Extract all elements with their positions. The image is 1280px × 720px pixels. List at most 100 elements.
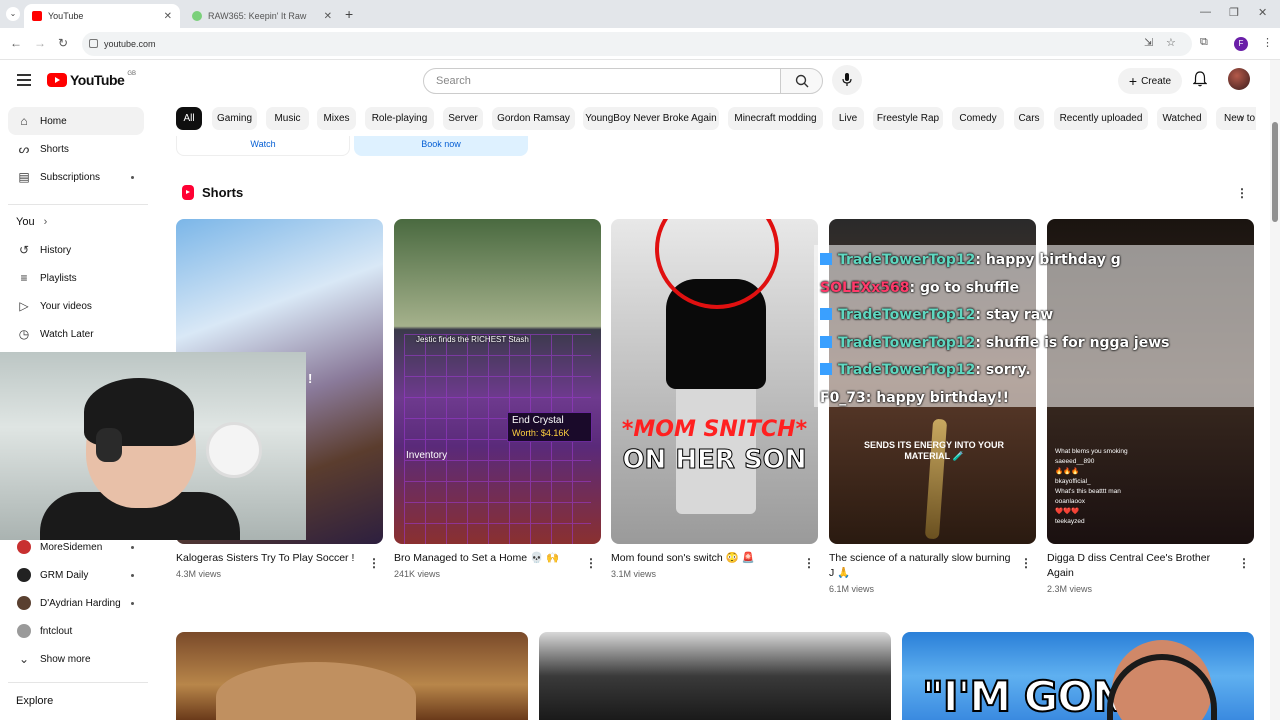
search-input[interactable]: Search	[423, 68, 781, 94]
sidebar-item-subscriptions[interactable]: ▤ Subscriptions	[8, 163, 144, 191]
sidebar-item-playlists[interactable]: ≡ Playlists	[8, 264, 144, 292]
new-tab-icon[interactable]: +	[345, 6, 353, 22]
browser-tab-youtube[interactable]: YouTube ✕	[24, 4, 180, 28]
video-thumbnail[interactable]	[176, 632, 528, 720]
extensions-icon[interactable]: ⧉	[1200, 36, 1208, 49]
scrollbar-thumb[interactable]	[1272, 122, 1278, 222]
search-button[interactable]	[780, 68, 823, 94]
short-title[interactable]: Digga D diss Central Cee's Brother Again	[1047, 551, 1232, 581]
comment-line: 🔥🔥🔥	[1055, 468, 1080, 475]
short-views: 241K views	[394, 569, 441, 579]
voice-search-button[interactable]	[832, 65, 862, 95]
logo-country-code: GB	[127, 71, 136, 77]
short-card[interactable]: Jestic finds the RICHEST Stash End Cryst…	[394, 219, 601, 579]
thumbnail-text-1: *MOM SNITCH*	[621, 417, 808, 442]
new-content-dot	[131, 601, 134, 605]
search-icon	[795, 74, 808, 88]
chip-mixes[interactable]: Mixes	[317, 107, 356, 130]
chat-message: TradeTowerTop12: stay raw	[820, 302, 1280, 330]
filter-chips-bar: All Gaming Music Mixes Role-playing Serv…	[176, 107, 1256, 131]
chip-new-to-you[interactable]: New to you	[1216, 107, 1256, 130]
browser-tab-raw365[interactable]: RAW365: Keepin' It Raw ✕	[184, 4, 340, 28]
ad-watch-link[interactable]: Watch	[176, 136, 350, 156]
short-title[interactable]: Mom found son's switch 😳 🚨	[611, 551, 796, 566]
sidebar-item-shorts[interactable]: ᔕ Shorts	[8, 135, 144, 163]
fan-graphic	[206, 422, 262, 478]
chat-message: TradeTowerTop12: happy birthday g	[820, 247, 1280, 275]
close-window-icon[interactable]: ✕	[1258, 6, 1267, 19]
chip-minecraft-modding[interactable]: Minecraft modding	[728, 107, 823, 130]
sidebar-item-watch-later[interactable]: ◷ Watch Later	[8, 320, 144, 348]
chip-comedy[interactable]: Comedy	[952, 107, 1004, 130]
short-thumbnail[interactable]: *MOM SNITCH* ON HER SON	[611, 219, 818, 544]
sidebar-item-home[interactable]: ⌂ Home	[8, 107, 144, 135]
short-more-icon[interactable]: ⋮	[1020, 556, 1032, 570]
account-avatar[interactable]	[1228, 68, 1250, 90]
short-more-icon[interactable]: ⋮	[585, 556, 597, 570]
browser-tab-bar: ⌄ YouTube ✕ RAW365: Keepin' It Raw ✕ + —…	[0, 0, 1280, 28]
short-card[interactable]: *MOM SNITCH* ON HER SON Mom found son's …	[611, 219, 818, 579]
tab-close-icon[interactable]: ✕	[164, 11, 172, 22]
chip-watched[interactable]: Watched	[1157, 107, 1207, 130]
create-button[interactable]: + Create	[1118, 68, 1182, 94]
menu-icon[interactable]	[17, 74, 31, 89]
install-icon[interactable]: ⇲	[1144, 36, 1153, 49]
chip-role-playing[interactable]: Role-playing	[365, 107, 434, 130]
notifications-bell-icon[interactable]	[1192, 71, 1208, 90]
chip-youngboy[interactable]: YoungBoy Never Broke Again	[583, 107, 719, 130]
short-thumbnail[interactable]: Jestic finds the RICHEST Stash End Cryst…	[394, 219, 601, 544]
create-label: Create	[1141, 75, 1172, 87]
sidebar-item-your-videos[interactable]: ▷ Your videos	[8, 292, 144, 320]
chip-cars[interactable]: Cars	[1014, 107, 1044, 130]
minimize-icon[interactable]: —	[1200, 6, 1211, 18]
tab-title: RAW365: Keepin' It Raw	[208, 11, 307, 21]
url-field[interactable]: youtube.com	[82, 32, 1192, 56]
sidebar-item-label: Your videos	[40, 300, 92, 312]
ad-book-now-button[interactable]: Book now	[354, 136, 528, 156]
sidebar-sub-grm-daily[interactable]: GRM Daily	[8, 561, 144, 589]
chevron-right-icon[interactable]: ›	[1240, 111, 1244, 125]
bookmark-star-icon[interactable]: ☆	[1166, 36, 1176, 49]
short-more-icon[interactable]: ⋮	[803, 556, 815, 570]
sidebar-sub-fntclout[interactable]: fntclout	[8, 617, 144, 645]
chip-recently-uploaded[interactable]: Recently uploaded	[1054, 107, 1148, 130]
raw365-favicon-icon	[192, 11, 202, 21]
chip-freestyle-rap[interactable]: Freestyle Rap	[873, 107, 943, 130]
comment-line: bkayofficial_	[1055, 478, 1091, 485]
short-views: 6.1M views	[829, 584, 875, 594]
chip-live[interactable]: Live	[832, 107, 864, 130]
section-more-icon[interactable]: ⋮	[1236, 186, 1248, 200]
short-title[interactable]: Bro Managed to Set a Home 💀 🙌	[394, 551, 579, 566]
history-icon: ↺	[18, 243, 30, 257]
video-thumbnail[interactable]: "I'M GONNA	[902, 632, 1254, 720]
youtube-logo[interactable]: YouTube GB	[47, 71, 136, 88]
video-thumbnail[interactable]	[539, 632, 891, 720]
browser-profile-avatar[interactable]: F	[1234, 37, 1248, 51]
logo-text: YouTube	[70, 72, 125, 88]
youtube-favicon-icon	[32, 11, 42, 21]
comment-line: teekayzed	[1055, 518, 1085, 525]
browser-menu-icon[interactable]: ⋮	[1262, 36, 1273, 49]
chip-server[interactable]: Server	[443, 107, 483, 130]
chip-gordon-ramsay[interactable]: Gordon Ramsay	[492, 107, 575, 130]
chat-badge-icon	[820, 335, 832, 348]
short-more-icon[interactable]: ⋮	[1238, 556, 1250, 570]
site-info-icon[interactable]	[89, 39, 98, 48]
sidebar-sub-daydrian-harding[interactable]: D'Aydrian Harding	[8, 589, 144, 617]
chip-music[interactable]: Music	[266, 107, 309, 130]
tab-search-icon[interactable]: ⌄	[6, 7, 20, 21]
sidebar-show-more[interactable]: ⌄ Show more	[8, 645, 144, 673]
sidebar-item-history[interactable]: ↺ History	[8, 236, 144, 264]
back-icon[interactable]: ←	[10, 36, 22, 50]
restore-icon[interactable]: ❐	[1229, 6, 1239, 19]
sidebar-you-heading[interactable]: You ›	[16, 216, 47, 228]
chip-gaming[interactable]: Gaming	[212, 107, 257, 130]
forward-icon[interactable]: →	[34, 36, 46, 50]
short-title[interactable]: Kalogeras Sisters Try To Play Soccer !	[176, 551, 361, 566]
short-title[interactable]: The science of a naturally slow burning …	[829, 551, 1014, 581]
short-more-icon[interactable]: ⋮	[368, 556, 380, 570]
chip-all[interactable]: All	[176, 107, 202, 130]
sidebar-explore-heading: Explore	[16, 695, 54, 707]
reload-icon[interactable]: ↻	[58, 36, 68, 50]
tab-close-icon[interactable]: ✕	[324, 11, 332, 22]
